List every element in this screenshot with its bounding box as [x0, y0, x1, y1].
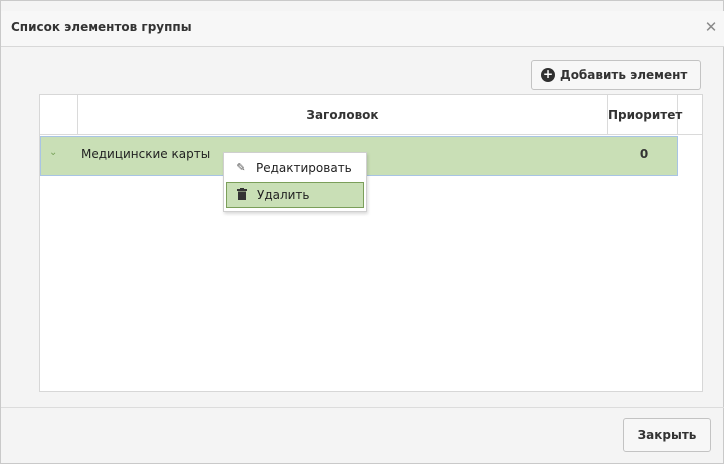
context-menu-edit-label: Редактировать	[256, 161, 352, 175]
pencil-icon: ✎	[236, 161, 246, 174]
elements-grid: Заголовок Приоритет ⌄ Медицинские карты …	[39, 94, 703, 392]
context-menu: ✎ Редактировать Удалить	[223, 152, 367, 212]
header-cell-toggle	[40, 95, 78, 135]
dialog-titlebar: Список элементов группы ✕	[1, 11, 724, 47]
footer-divider	[1, 407, 724, 408]
context-menu-edit[interactable]: ✎ Редактировать	[226, 156, 364, 182]
chevron-down-icon[interactable]: ⌄	[49, 147, 57, 158]
row-priority: 0	[639, 147, 649, 161]
grid-header: Заголовок Приоритет	[40, 95, 702, 135]
dialog-window: Список элементов группы ✕ + Добавить эле…	[0, 0, 724, 464]
add-element-button[interactable]: + Добавить элемент	[531, 60, 701, 90]
trash-icon	[235, 188, 249, 202]
close-button[interactable]: Закрыть	[623, 418, 711, 452]
close-icon[interactable]: ✕	[703, 19, 719, 35]
plus-circle-icon: +	[541, 67, 555, 82]
header-cell-title[interactable]: Заголовок	[78, 95, 608, 135]
context-menu-delete-label: Удалить	[257, 188, 310, 202]
dialog-title: Список элементов группы	[11, 20, 192, 34]
row-title: Медицинские карты	[81, 147, 211, 161]
header-cell-priority[interactable]: Приоритет	[608, 95, 682, 135]
add-element-label: Добавить элемент	[560, 68, 688, 82]
context-menu-delete[interactable]: Удалить	[226, 182, 364, 208]
